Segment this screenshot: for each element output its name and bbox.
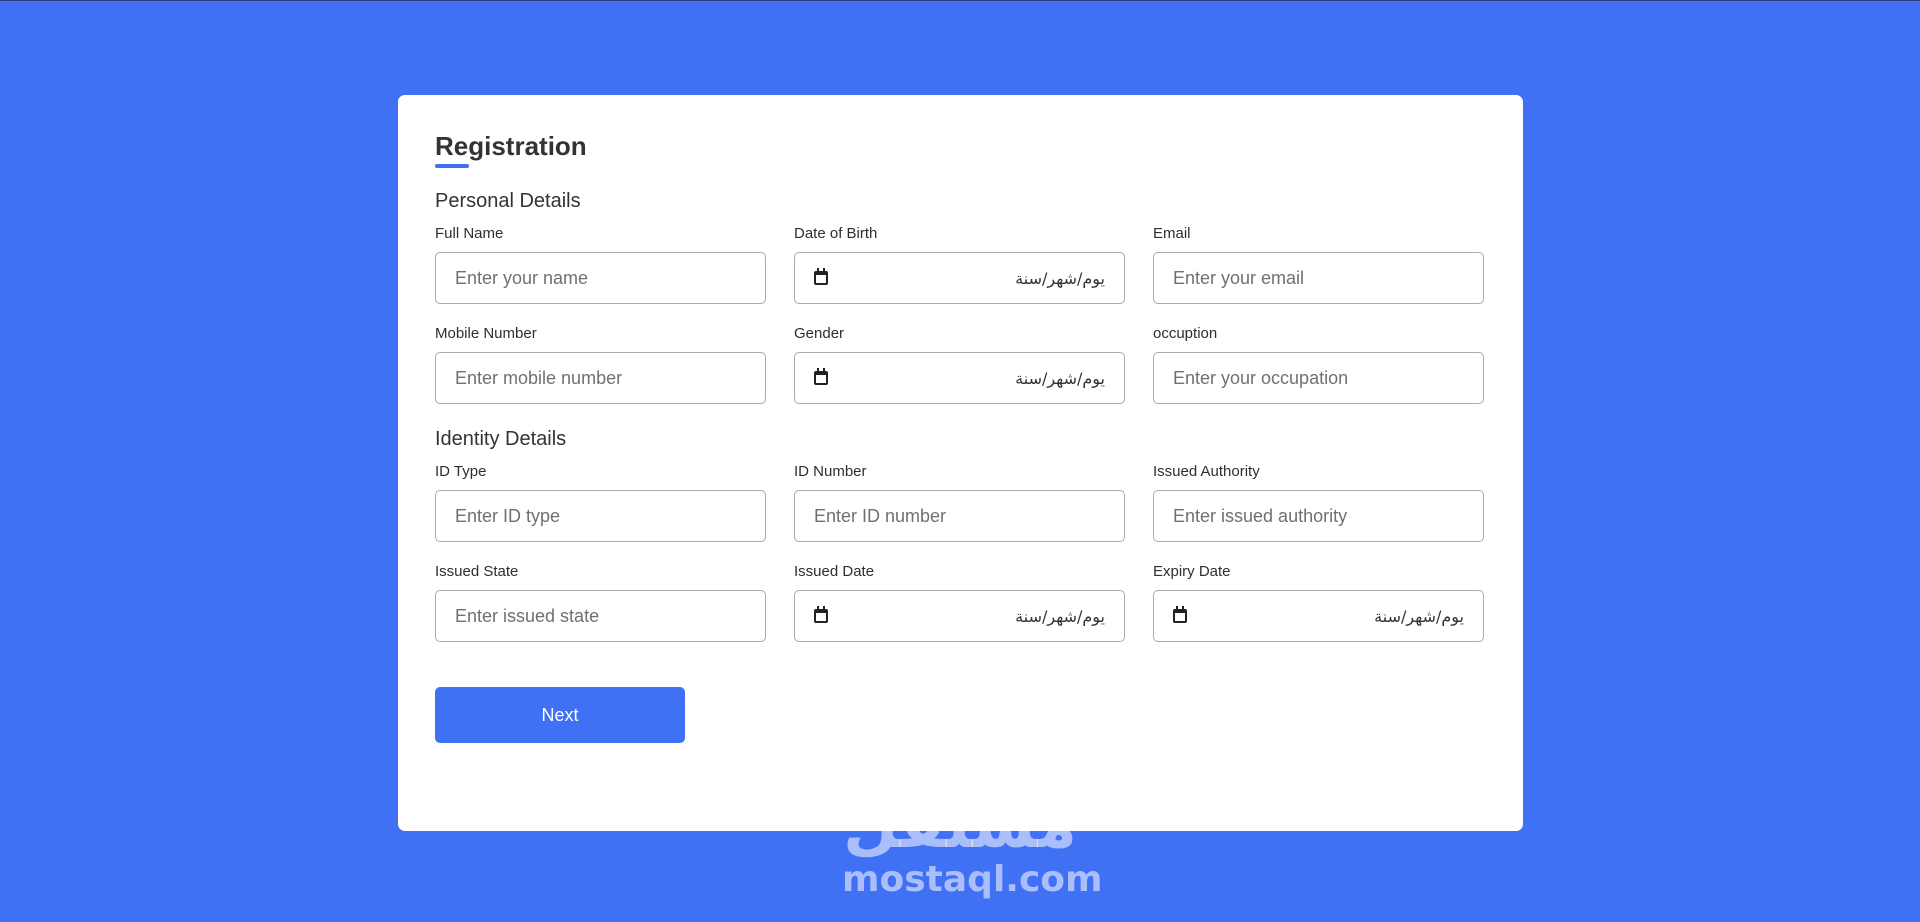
email-input[interactable]: Enter your email (1153, 252, 1484, 304)
field-label: ID Number (794, 463, 867, 480)
date-placeholder: يوم/شهر/سنة (1015, 368, 1105, 388)
field-label: Full Name (435, 225, 504, 242)
issued-authority-input[interactable]: Enter issued authority (1153, 490, 1484, 542)
next-button[interactable]: Next (435, 687, 685, 743)
mobile-number-input[interactable]: Enter mobile number (435, 352, 766, 404)
gender-input[interactable]: يوم/شهر/سنة (794, 352, 1125, 404)
field-date-of-birth: Date of Birth يوم/شهر/سنة (794, 225, 1125, 304)
watermark-latin: mostaql.com (842, 859, 1103, 900)
input-placeholder: Enter mobile number (455, 367, 623, 388)
id-number-input[interactable]: Enter ID number (794, 490, 1125, 542)
input-placeholder: Enter your name (455, 267, 589, 288)
section-title-personal: Personal Details (435, 190, 581, 212)
date-placeholder: يوم/شهر/سنة (1015, 268, 1105, 288)
input-placeholder: Enter your email (1173, 267, 1305, 288)
identity-details-grid: ID Type Enter ID type ID Number Enter ID… (435, 463, 1486, 642)
expiry-date-input[interactable]: يوم/شهر/سنة (1153, 590, 1484, 642)
field-full-name: Full Name Enter your name (435, 225, 766, 304)
field-occupation: occuption Enter your occupation (1153, 325, 1484, 404)
page-title-text: Registration (435, 131, 587, 161)
field-label: Gender (794, 325, 845, 342)
field-expiry-date: Expiry Date يوم/شهر/سنة (1153, 563, 1484, 642)
field-label: Issued Date (794, 563, 875, 580)
section-title-identity: Identity Details (435, 428, 567, 450)
page-title: Registration (435, 131, 587, 168)
issued-state-input[interactable]: Enter issued state (435, 590, 766, 642)
field-issued-authority: Issued Authority Enter issued authority (1153, 463, 1484, 542)
occupation-input[interactable]: Enter your occupation (1153, 352, 1484, 404)
id-type-input[interactable]: Enter ID type (435, 490, 766, 542)
field-id-type: ID Type Enter ID type (435, 463, 766, 542)
personal-details-grid: Full Name Enter your name Date of Birth … (435, 225, 1486, 404)
registration-card: Registration Personal Details Full Name … (398, 95, 1523, 831)
field-issued-state: Issued State Enter issued state (435, 563, 766, 642)
input-placeholder: Enter ID number (814, 505, 947, 526)
full-name-input[interactable]: Enter your name (435, 252, 766, 304)
field-label: Email (1153, 225, 1191, 242)
input-placeholder: Enter issued authority (1173, 505, 1348, 526)
title-underline (435, 164, 469, 168)
field-id-number: ID Number Enter ID number (794, 463, 1125, 542)
field-label: Issued State (435, 563, 519, 580)
calendar-icon[interactable] (1173, 606, 1187, 623)
field-mobile-number: Mobile Number Enter mobile number (435, 325, 766, 404)
field-issued-date: Issued Date يوم/شهر/سنة (794, 563, 1125, 642)
field-email: Email Enter your email (1153, 225, 1484, 304)
field-label: Issued Authority (1153, 463, 1260, 480)
calendar-icon[interactable] (814, 268, 828, 285)
input-placeholder: Enter your occupation (1173, 367, 1349, 388)
calendar-icon[interactable] (814, 606, 828, 623)
field-label: occuption (1153, 325, 1218, 342)
calendar-icon[interactable] (814, 368, 828, 385)
field-label: Mobile Number (435, 325, 537, 342)
input-placeholder: Enter ID type (455, 505, 561, 526)
date-of-birth-input[interactable]: يوم/شهر/سنة (794, 252, 1125, 304)
field-gender: Gender يوم/شهر/سنة (794, 325, 1125, 404)
input-placeholder: Enter issued state (455, 605, 600, 626)
date-placeholder: يوم/شهر/سنة (1015, 606, 1105, 626)
field-label: Date of Birth (794, 225, 878, 242)
issued-date-input[interactable]: يوم/شهر/سنة (794, 590, 1125, 642)
field-label: ID Type (435, 463, 487, 480)
date-placeholder: يوم/شهر/سنة (1374, 606, 1464, 626)
field-label: Expiry Date (1153, 563, 1231, 580)
